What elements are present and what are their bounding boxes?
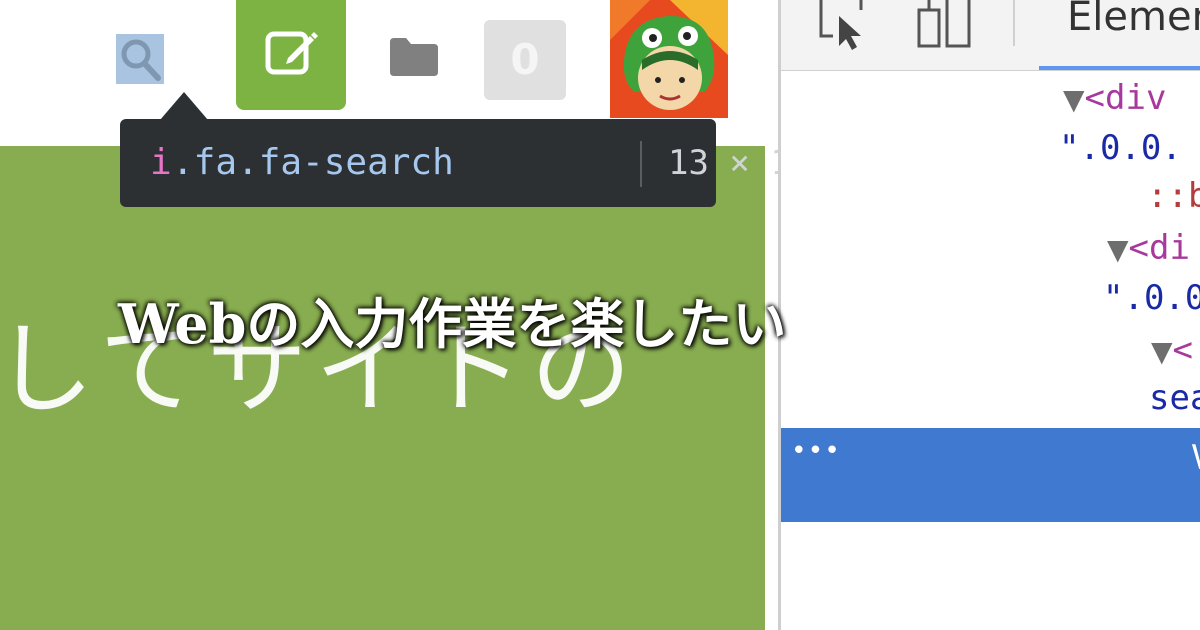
avatar[interactable] bbox=[610, 0, 728, 118]
tooltip-tag: i bbox=[150, 142, 172, 183]
tab-elements[interactable]: Elements bbox=[1067, 0, 1200, 40]
pencil-square-icon bbox=[265, 31, 318, 75]
dom-line[interactable]: ".0.0 bbox=[1103, 278, 1200, 318]
expand-triangle-icon[interactable]: ▼ bbox=[1151, 335, 1173, 368]
tooltip-arrow bbox=[160, 92, 208, 120]
tooltip-dimensions: 13 × 14 bbox=[668, 143, 778, 183]
dom-pseudo: ::b bbox=[1147, 176, 1200, 216]
headline-overlay: Webの入力作業を楽したい bbox=[118, 292, 787, 356]
toolbar-divider bbox=[1013, 0, 1015, 46]
selected-dom-row[interactable]: ••• V bbox=[781, 428, 1200, 522]
devtools-panel: Elements ▼<div ".0.0. ::b ▼<di ".0.0 ▼< … bbox=[778, 0, 1200, 630]
expand-triangle-icon[interactable]: ▼ bbox=[1107, 233, 1129, 266]
dom-text: ".0.0 bbox=[1103, 278, 1200, 318]
folder-icon[interactable] bbox=[388, 36, 440, 82]
dom-line[interactable]: ▼< bbox=[1151, 330, 1193, 370]
inspect-tooltip: i .fa.fa-search 13 × 14 bbox=[120, 119, 778, 207]
dom-line[interactable]: sea bbox=[1149, 378, 1200, 418]
devtools-toolbar: Elements bbox=[781, 0, 1200, 71]
search-icon[interactable] bbox=[116, 34, 164, 84]
dom-tag: <di bbox=[1128, 228, 1190, 268]
dom-line[interactable]: ▼<di bbox=[1107, 228, 1190, 268]
device-toolbar-icon[interactable] bbox=[915, 0, 975, 54]
hero-banner: してサイトの bbox=[0, 146, 765, 630]
expand-triangle-icon[interactable]: ▼ bbox=[1063, 83, 1085, 116]
dom-attr: sea bbox=[1149, 378, 1200, 418]
count-badge[interactable]: 0 bbox=[484, 20, 566, 100]
dom-text: ".0.0. bbox=[1059, 128, 1182, 168]
selected-dom-text: V bbox=[1191, 438, 1200, 478]
tooltip-classes: .fa.fa-search bbox=[172, 142, 454, 183]
compose-button[interactable] bbox=[236, 0, 346, 110]
inspect-element-icon[interactable] bbox=[817, 0, 873, 54]
dom-line[interactable]: ::b bbox=[1147, 176, 1200, 216]
more-options-icon[interactable]: ••• bbox=[791, 436, 841, 466]
dom-tag: < bbox=[1172, 330, 1194, 370]
active-tab-indicator bbox=[1039, 66, 1200, 70]
tooltip-separator bbox=[640, 141, 642, 187]
dom-line[interactable]: ".0.0. bbox=[1059, 128, 1182, 168]
dom-tag: <div bbox=[1084, 78, 1167, 118]
dom-line[interactable]: ▼<div bbox=[1063, 78, 1166, 118]
